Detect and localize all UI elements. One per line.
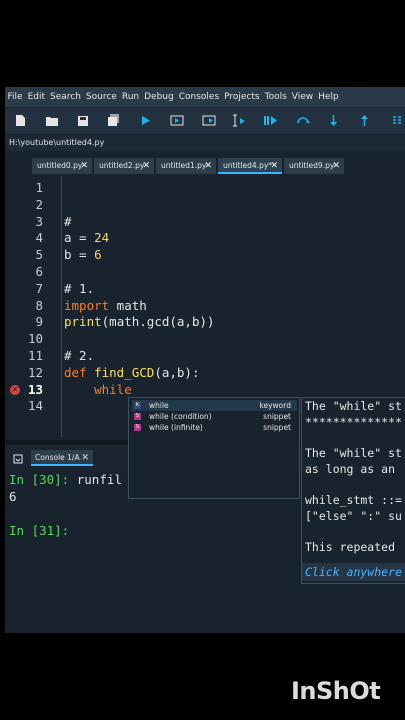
close-icon[interactable]: ✕: [332, 158, 340, 174]
code-line-12: def find_GCD(a,b):: [64, 364, 200, 380]
tab-untitled0[interactable]: untitled0.py ✕: [32, 158, 92, 174]
line-number: 10: [27, 331, 43, 347]
toolbar: [5, 108, 405, 134]
menu-file[interactable]: File: [5, 92, 25, 102]
console-menu-icon[interactable]: [10, 451, 25, 466]
code-line-5: b = 6: [64, 247, 102, 263]
snippet-icon: S: [134, 413, 141, 420]
doc-line: The "while" st: [305, 446, 402, 460]
code-line-3: #: [64, 213, 72, 229]
autocomplete-popup: K while keyword S while (condition) snip…: [128, 397, 300, 499]
line-number: 9: [35, 314, 43, 330]
code-line-8: import math: [64, 297, 147, 313]
doc-line: while_stmt ::=: [305, 493, 402, 507]
line-number-error: 13: [27, 381, 43, 397]
tab-label: untitled1.py: [161, 161, 207, 170]
doc-line: ["else" ":" su: [305, 508, 402, 523]
step-return-icon[interactable]: [357, 113, 372, 128]
step-icon[interactable]: [295, 113, 310, 128]
run-cell-icon[interactable]: [169, 113, 184, 128]
code-line-9: print(math.gcd(a,b)): [64, 314, 215, 330]
console-output: 6: [9, 489, 17, 504]
close-icon[interactable]: ✕: [270, 158, 278, 174]
code-line-13: while: [94, 381, 132, 397]
step-into-icon[interactable]: [326, 113, 341, 128]
run-selection-icon[interactable]: [232, 113, 247, 128]
close-icon[interactable]: ✕: [204, 158, 212, 174]
doc-line: as long as an: [305, 461, 396, 476]
console-line: In [31]:: [9, 523, 70, 538]
close-icon[interactable]: ✕: [80, 158, 88, 174]
tab-untitled4[interactable]: untitled4.py* ✕: [218, 158, 282, 174]
menu-run[interactable]: Run: [119, 92, 141, 102]
line-number: 1: [35, 180, 43, 195]
save-icon[interactable]: [75, 113, 90, 128]
open-file-icon[interactable]: [44, 113, 59, 128]
line-number: 14: [27, 398, 43, 414]
tab-console[interactable]: Console 1/A ✕: [31, 450, 93, 466]
keyword-icon: K: [134, 402, 141, 409]
line-number: 3: [35, 213, 43, 229]
tab-label: untitled2.py: [99, 161, 145, 170]
line-number: 5: [35, 247, 43, 263]
run-cell-advance-icon[interactable]: [201, 113, 216, 128]
editor-tabs: untitled0.py ✕ untitled2.py ✕ untitled1.py…: [5, 155, 405, 175]
inshot-watermark: InShOt: [291, 677, 381, 705]
doc-line: **************: [305, 414, 402, 429]
completion-item[interactable]: S while (infinite) snippet: [132, 422, 297, 433]
menu-help[interactable]: Help: [316, 92, 342, 102]
menu-edit[interactable]: Edit: [25, 92, 47, 102]
new-file-icon[interactable]: [13, 113, 28, 128]
menu-view[interactable]: View: [289, 92, 315, 102]
line-number: 2: [35, 196, 43, 212]
file-path: H:\youtube\untitled4.py: [5, 135, 405, 151]
tab-untitled1[interactable]: untitled1.py ✕: [156, 158, 216, 174]
snippet-icon: S: [134, 424, 141, 431]
line-number-gutter: 1 2 3 4 5 6 7 8 9 10 11 12 ✕ 13 14: [5, 176, 62, 437]
menu-debug[interactable]: Debug: [142, 92, 177, 102]
docstring-tooltip: The "while" st ************** The "while…: [301, 397, 405, 584]
tab-label: untitled4.py*: [223, 161, 273, 170]
tab-untitled2[interactable]: untitled2.py ✕: [94, 158, 154, 174]
run-icon[interactable]: [138, 113, 153, 128]
debug-icon[interactable]: [263, 113, 278, 128]
tab-untitled9[interactable]: untitled9.py ✕: [284, 158, 344, 174]
completion-item[interactable]: K while keyword: [132, 400, 297, 411]
menu-bar: File Edit Search Source Run Debug Consol…: [5, 87, 405, 107]
code-line-7: # 1.: [64, 280, 95, 296]
doc-line: This repeated: [305, 540, 396, 554]
menu-consoles[interactable]: Consoles: [176, 92, 221, 102]
doc-footer-link[interactable]: Click anywhere: [302, 563, 405, 581]
close-icon[interactable]: ✕: [142, 158, 150, 174]
tab-label: untitled9.py: [289, 161, 335, 170]
line-number: 8: [35, 297, 43, 313]
save-all-icon[interactable]: [106, 113, 121, 128]
doc-line: The "while" st: [305, 399, 402, 413]
line-number: 11: [27, 348, 43, 363]
close-icon[interactable]: ✕: [81, 450, 89, 466]
menu-tools[interactable]: Tools: [262, 92, 289, 102]
stop-icon[interactable]: [390, 113, 405, 128]
menu-projects[interactable]: Projects: [222, 92, 262, 102]
line-number: 7: [35, 280, 43, 296]
menu-source[interactable]: Source: [83, 92, 119, 102]
line-number: 6: [35, 264, 43, 279]
line-number: 12: [27, 364, 43, 380]
completion-item[interactable]: S while (condition) snippet: [132, 411, 297, 422]
code-line-4: a = 24: [64, 230, 110, 246]
line-number: 4: [35, 230, 43, 246]
code-line-11: # 2.: [64, 348, 95, 363]
menu-search[interactable]: Search: [48, 92, 84, 102]
console-line: In [30]: runfil: [9, 472, 122, 487]
tab-label: untitled0.py: [37, 161, 83, 170]
console-tab-label: Console 1/A: [35, 453, 80, 462]
